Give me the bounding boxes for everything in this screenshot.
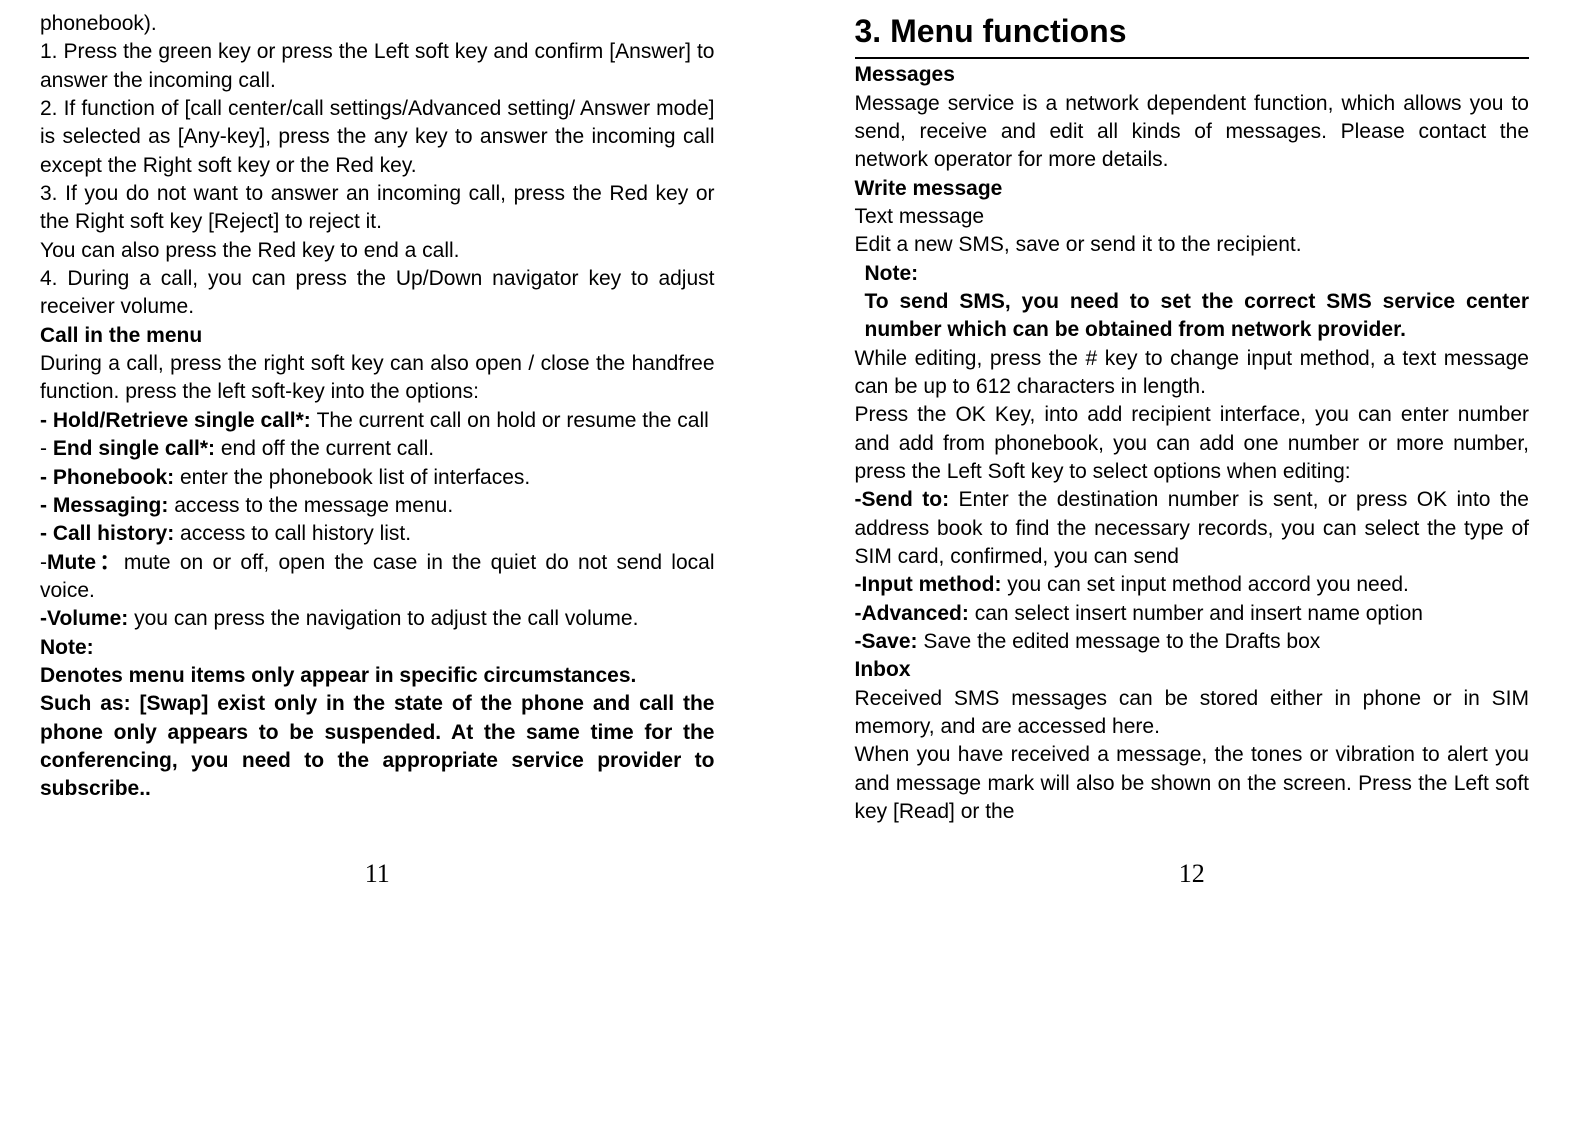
text-line: -Input method: you can set input method … [855,571,1530,599]
line-prefix: - Messaging: [40,494,174,517]
text-line: 2. If function of [call center/call sett… [40,95,715,180]
line-text: The current call on hold or resume the c… [317,409,709,432]
line-prefix2: Mute： [47,551,124,574]
right-content: 3. Menu functions MessagesMessage servic… [855,10,1530,826]
text-line: -Advanced: can select insert number and … [855,600,1530,628]
text-line: 4. During a call, you can press the Up/D… [40,265,715,322]
line-prefix: - [40,551,47,574]
line-text: enter the phonebook list of interfaces. [180,466,530,489]
line-prefix: -Advanced: [855,602,975,625]
text-line: During a call, press the right soft key … [40,350,715,407]
line-prefix2: End single call*: [53,437,221,460]
text-line: Messages [855,61,1530,89]
line-text: mute on or off, open the case in the qui… [40,551,715,602]
section-title: 3. Menu functions [855,10,1530,53]
text-line: Note: [40,634,715,662]
text-line: 3. If you do not want to answer an incom… [40,180,715,237]
text-line: - Phonebook: enter the phonebook list of… [40,464,715,492]
line-prefix: -Save: [855,630,924,653]
text-line: Denotes menu items only appear in specif… [40,662,715,690]
line-prefix: -Volume: [40,607,134,630]
text-line: Note: [855,260,1530,288]
line-text: access to call history list. [180,522,411,545]
text-line: Write message [855,175,1530,203]
line-text: end off the current call. [221,437,434,460]
line-prefix: -Input method: [855,573,1008,596]
text-line: - Messaging: access to the message menu. [40,492,715,520]
line-text: access to the message menu. [174,494,453,517]
text-line: To send SMS, you need to set the correct… [855,288,1530,345]
text-line: While editing, press the # key to change… [855,345,1530,402]
line-prefix: -Send to: [855,488,959,511]
text-line: phonebook). [40,10,715,38]
left-page: phonebook).1. Press the green key or pre… [0,10,755,892]
text-line: You can also press the Red key to end a … [40,237,715,265]
text-line: Text message [855,203,1530,231]
line-text: you can set input method accord you need… [1007,573,1409,596]
text-line: Such as: [Swap] exist only in the state … [40,690,715,803]
right-page-number: 12 [855,856,1530,891]
text-line: - Call history: access to call history l… [40,520,715,548]
line-text: Save the edited message to the Drafts bo… [923,630,1320,653]
text-line: Call in the menu [40,322,715,350]
text-line: -Send to: Enter the destination number i… [855,486,1530,571]
left-content: phonebook).1. Press the green key or pre… [40,10,715,826]
section-divider [855,57,1530,59]
text-line: - Hold/Retrieve single call*: The curren… [40,407,715,435]
text-line: 1. Press the green key or press the Left… [40,38,715,95]
text-line: When you have received a message, the to… [855,741,1530,826]
line-text: you can press the navigation to adjust t… [134,607,638,630]
text-line: Message service is a network dependent f… [855,90,1530,175]
text-line: - End single call*: end off the current … [40,435,715,463]
line-prefix: - Hold/Retrieve single call*: [40,409,317,432]
text-line: -Mute：mute on or off, open the case in t… [40,549,715,606]
left-page-number: 11 [40,856,715,891]
text-line: Inbox [855,656,1530,684]
text-line: Received SMS messages can be stored eith… [855,685,1530,742]
right-page: 3. Menu functions MessagesMessage servic… [815,10,1569,892]
text-line: Edit a new SMS, save or send it to the r… [855,231,1530,259]
page-spread: phonebook).1. Press the green key or pre… [0,10,1569,892]
text-line: -Volume: you can press the navigation to… [40,605,715,633]
line-prefix: - Call history: [40,522,180,545]
line-prefix: - Phonebook: [40,466,180,489]
text-line: -Save: Save the edited message to the Dr… [855,628,1530,656]
line-prefix: - [40,437,53,460]
line-text: can select insert number and insert name… [975,602,1423,625]
text-line: Press the OK Key, into add recipient int… [855,401,1530,486]
